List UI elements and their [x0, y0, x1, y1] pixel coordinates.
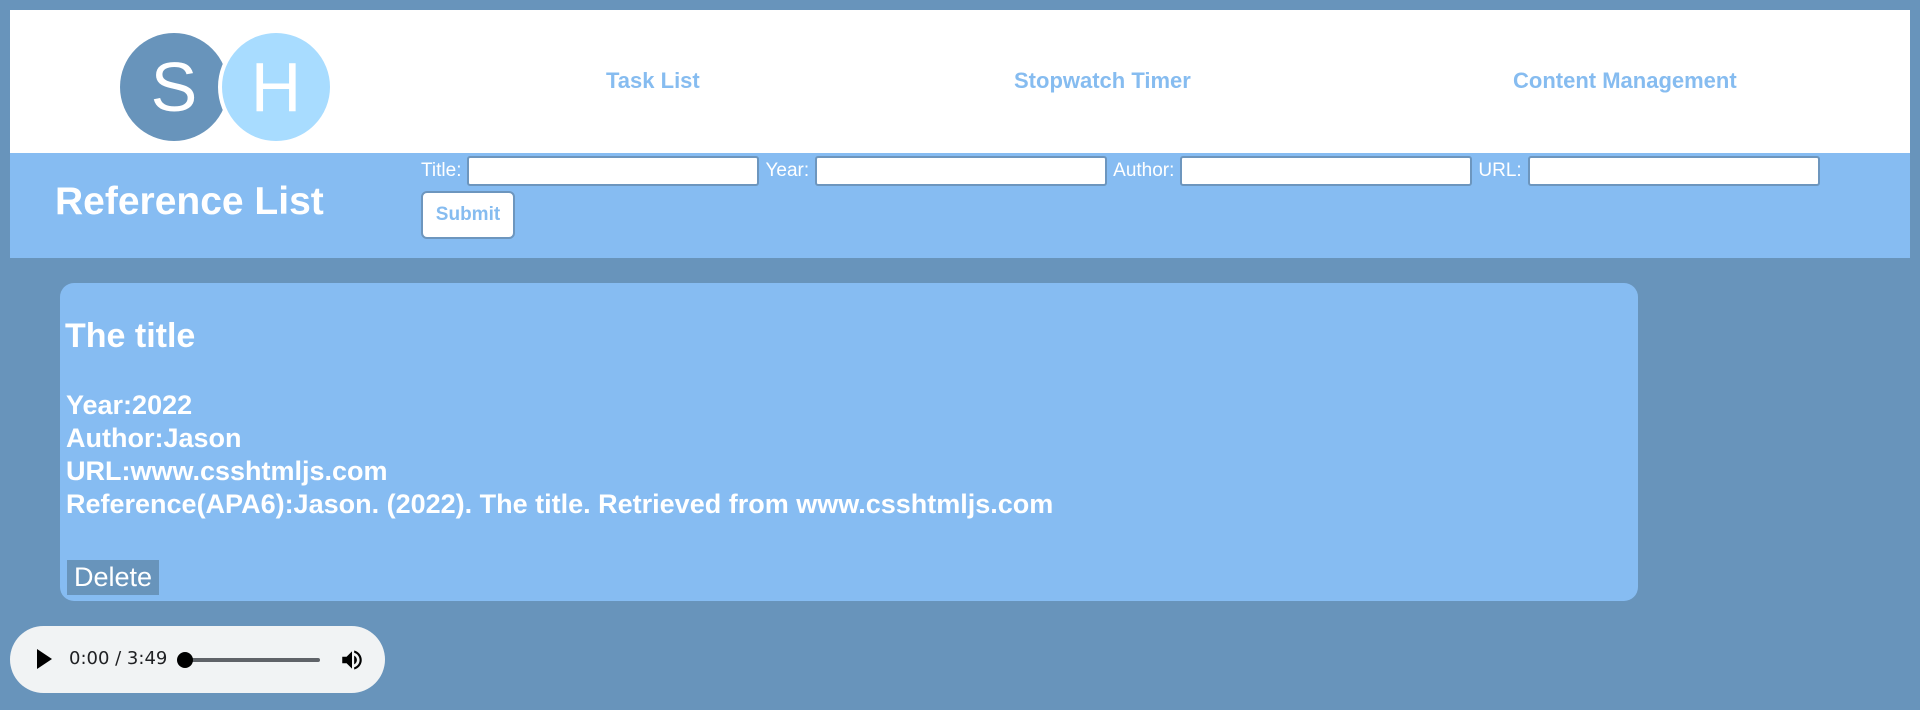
- reference-title: The title: [65, 317, 196, 355]
- year-label: Year:: [765, 160, 810, 181]
- reference-card: The title Year:2022 Author:Jason URL:www…: [60, 283, 1638, 601]
- author-label: Author:: [1113, 160, 1175, 181]
- year-input[interactable]: [815, 156, 1108, 186]
- reference-year: Year:2022: [66, 390, 193, 420]
- url-input[interactable]: [1527, 156, 1820, 186]
- submit-button[interactable]: Submit: [421, 191, 515, 239]
- play-icon[interactable]: [37, 649, 52, 669]
- page-title: Reference List: [55, 180, 324, 223]
- volume-icon[interactable]: [339, 647, 365, 673]
- url-label: URL:: [1478, 160, 1522, 181]
- audio-seek-thumb[interactable]: [177, 652, 193, 668]
- nav-link-content-management[interactable]: Content Management: [1513, 68, 1737, 94]
- nav-link-stopwatch-timer[interactable]: Stopwatch Timer: [1014, 68, 1191, 94]
- reference-author: Author:Jason: [66, 423, 242, 453]
- reference-form-bar: Reference List Title: Year: Author: URL:…: [10, 153, 1910, 258]
- reference-apa6: Reference(APA6):Jason. (2022). The title…: [66, 489, 1054, 519]
- title-input[interactable]: [467, 156, 760, 186]
- logo-h-circle: H: [218, 29, 334, 145]
- audio-seek-bar[interactable]: [185, 658, 320, 662]
- title-label: Title:: [421, 160, 462, 181]
- logo-s-circle: S: [120, 33, 228, 141]
- app-frame: S H Task List Stopwatch Timer Content Ma…: [10, 10, 1910, 258]
- reference-url: URL:www.csshtmljs.com: [66, 456, 388, 486]
- author-input[interactable]: [1180, 156, 1473, 186]
- delete-button[interactable]: Delete: [67, 560, 160, 595]
- audio-player: 0:00 / 3:49: [10, 626, 385, 693]
- reference-form: Title: Year: Author: URL:: [421, 153, 1826, 189]
- logo: S H: [120, 29, 334, 145]
- top-navigation-bar: S H Task List Stopwatch Timer Content Ma…: [10, 10, 1910, 153]
- nav-link-task-list[interactable]: Task List: [606, 68, 700, 94]
- audio-time-display: 0:00 / 3:49: [69, 648, 168, 669]
